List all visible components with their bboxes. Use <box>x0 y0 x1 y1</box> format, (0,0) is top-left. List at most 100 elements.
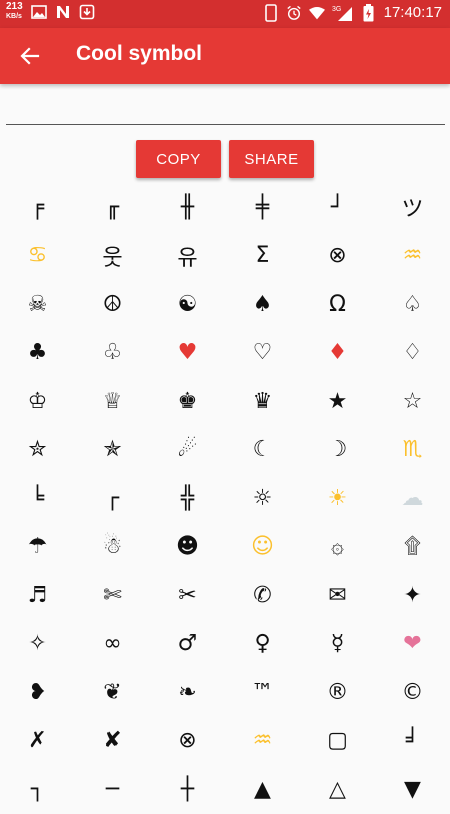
alarm-icon <box>286 5 302 21</box>
symbol-cell[interactable]: ∞ <box>75 620 150 669</box>
symbol-cell[interactable]: ┼ <box>150 765 225 814</box>
symbol-cell[interactable]: △ <box>300 765 375 814</box>
symbol-cell[interactable]: ⊗ <box>300 232 375 281</box>
symbol-cell[interactable]: ۩ <box>375 523 450 572</box>
symbol-cell[interactable]: ♤ <box>375 280 450 329</box>
symbol-cell[interactable]: ╓ <box>75 183 150 232</box>
status-bar: 213 KB/s 3G 17:40:17 <box>0 0 450 28</box>
symbol-cell[interactable]: ✗ <box>0 717 75 766</box>
symbol-cell[interactable]: ♒ <box>375 232 450 281</box>
notification-n-icon <box>55 4 71 20</box>
symbol-cell[interactable]: ♣ <box>0 329 75 378</box>
symbol-cell[interactable]: ♠ <box>225 280 300 329</box>
symbol-input-container <box>6 92 445 125</box>
phone-icon <box>263 3 279 22</box>
symbol-cell[interactable]: ☯ <box>150 280 225 329</box>
symbol-cell[interactable]: ✯ <box>75 426 150 475</box>
symbol-cell[interactable]: ♏ <box>375 426 450 475</box>
symbol-cell[interactable]: ♦ <box>300 329 375 378</box>
symbol-cell[interactable]: ❤ <box>375 620 450 669</box>
symbol-cell[interactable]: ✂ <box>150 571 225 620</box>
symbol-cell[interactable]: Σ <box>225 232 300 281</box>
symbol-grid: ╒ ╓ ╫ ╪ ┘ ツ ♋ 웃 유 Σ ⊗ ♒ ☠ ☮ ☯ ♠ Ω ♤ ♣ ♧ ♥ ♡ ♦ ♢ ♔ ♕ ♚ ♛ ★ ☆ ✮ ✯ ☄ ☾ ☽ ♏ ╘ ┌ ╬ ☼… <box>0 183 450 814</box>
symbol-cell[interactable]: ✧ <box>0 620 75 669</box>
symbol-cell[interactable]: ☠ <box>0 280 75 329</box>
symbol-cell[interactable]: ╪ <box>225 183 300 232</box>
symbol-cell[interactable]: ۞ <box>300 523 375 572</box>
symbol-cell[interactable]: ☽ <box>300 426 375 475</box>
network-speed: 213 KB/s <box>6 2 23 22</box>
network-type-label: 3G <box>332 6 341 13</box>
symbol-cell[interactable]: ♕ <box>75 377 150 426</box>
symbol-cell[interactable]: ツ <box>375 183 450 232</box>
symbol-cell[interactable]: ▼ <box>375 765 450 814</box>
battery-charging-icon <box>361 3 377 21</box>
copy-button[interactable]: COPY <box>136 140 221 178</box>
symbol-cell[interactable]: ╛ <box>375 717 450 766</box>
symbol-cell[interactable]: ☼ <box>225 474 300 523</box>
symbol-cell[interactable]: ♬ <box>0 571 75 620</box>
symbol-cell[interactable]: ✮ <box>0 426 75 475</box>
symbol-cell[interactable]: ✘ <box>75 717 150 766</box>
symbol-cell[interactable]: ☄ <box>150 426 225 475</box>
symbol-cell[interactable]: ♚ <box>150 377 225 426</box>
symbol-cell[interactable]: ☀ <box>300 474 375 523</box>
symbol-cell[interactable]: © <box>375 668 450 717</box>
symbol-cell[interactable]: ♧ <box>75 329 150 378</box>
symbol-cell[interactable]: 유 <box>150 232 225 281</box>
symbol-cell[interactable]: ╘ <box>0 474 75 523</box>
symbol-cell[interactable]: ☾ <box>225 426 300 475</box>
symbol-cell[interactable]: 웃 <box>75 232 150 281</box>
symbol-cell[interactable]: ♛ <box>225 377 300 426</box>
symbol-cell[interactable]: ☿ <box>300 620 375 669</box>
symbol-cell[interactable]: ─ <box>75 765 150 814</box>
symbol-cell[interactable]: ☺ <box>225 523 300 572</box>
symbol-cell[interactable]: ♡ <box>225 329 300 378</box>
symbol-cell[interactable]: ❥ <box>0 668 75 717</box>
symbol-cell[interactable]: ♋ <box>0 232 75 281</box>
symbol-cell[interactable]: ┘ <box>300 183 375 232</box>
network-speed-value: 213 <box>6 1 23 12</box>
symbol-cell[interactable]: Ω <box>300 280 375 329</box>
symbol-cell[interactable]: ☮ <box>75 280 150 329</box>
symbol-cell[interactable]: ⊗ <box>150 717 225 766</box>
app-bar: Cool symbol <box>0 28 450 84</box>
symbol-cell[interactable]: ╬ <box>150 474 225 523</box>
symbol-cell[interactable]: ★ <box>300 377 375 426</box>
symbol-cell[interactable]: ┌ <box>75 474 150 523</box>
symbol-cell[interactable]: ® <box>300 668 375 717</box>
symbol-cell[interactable]: ╒ <box>0 183 75 232</box>
symbol-cell[interactable]: ♔ <box>0 377 75 426</box>
download-icon <box>79 4 95 20</box>
symbol-cell[interactable]: ✉ <box>300 571 375 620</box>
symbol-cell[interactable]: ✦ <box>375 571 450 620</box>
share-button[interactable]: SHARE <box>229 140 314 178</box>
symbol-cell[interactable]: ♥ <box>150 329 225 378</box>
arrow-back-icon[interactable] <box>18 44 42 68</box>
symbol-cell[interactable]: ▲ <box>225 765 300 814</box>
symbol-cell[interactable]: ❧ <box>150 668 225 717</box>
symbol-input[interactable] <box>6 92 445 125</box>
page-title: Cool symbol <box>76 42 203 65</box>
image-icon <box>30 4 47 20</box>
symbol-cell[interactable]: ♒ <box>225 717 300 766</box>
symbol-cell[interactable]: ☁ <box>375 474 450 523</box>
symbol-cell[interactable]: ✄ <box>75 571 150 620</box>
symbol-cell[interactable]: ☆ <box>375 377 450 426</box>
wifi-icon <box>308 5 325 21</box>
network-speed-unit: KB/s <box>6 13 22 20</box>
clock: 17:40:17 <box>383 4 442 21</box>
symbol-cell[interactable]: ☻ <box>150 523 225 572</box>
symbol-cell[interactable]: ┐ <box>0 765 75 814</box>
symbol-cell[interactable]: ™ <box>225 668 300 717</box>
symbol-cell[interactable]: ❦ <box>75 668 150 717</box>
symbol-cell[interactable]: ╫ <box>150 183 225 232</box>
symbol-cell[interactable]: ♀ <box>225 620 300 669</box>
symbol-cell[interactable]: ✆ <box>225 571 300 620</box>
signal-icon: 3G <box>332 5 354 21</box>
symbol-cell[interactable]: ♢ <box>375 329 450 378</box>
symbol-cell[interactable]: ♂ <box>150 620 225 669</box>
symbol-cell[interactable]: ☃ <box>75 523 150 572</box>
symbol-cell[interactable]: ▢ <box>300 717 375 766</box>
symbol-cell[interactable]: ☂ <box>0 523 75 572</box>
